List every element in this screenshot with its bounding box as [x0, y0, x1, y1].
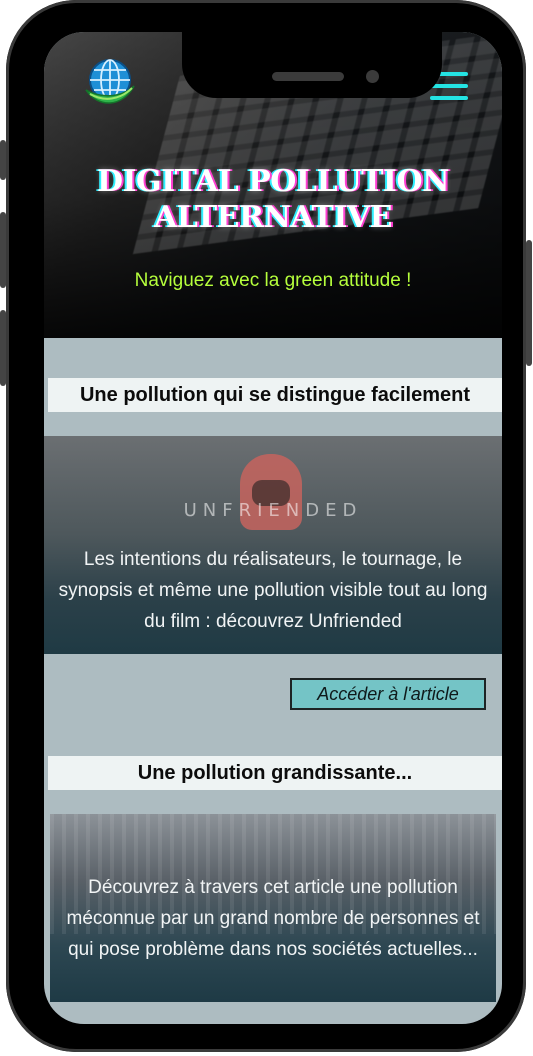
site-title-line2: ALTERNATIVE	[153, 200, 393, 235]
phone-screen: DIGITAL POLLUTION ALTERNATIVE Naviguez a…	[44, 32, 502, 1024]
volume-down-button	[0, 310, 6, 386]
article-1-summary: Les intentions du réalisateurs, le tourn…	[58, 549, 488, 632]
article-1-title: Une pollution qui se distingue facilemen…	[48, 378, 502, 412]
movie-logo-text: UNFRIENDED	[183, 500, 363, 521]
power-button	[526, 240, 532, 366]
tagline: Naviguez avec la green attitude !	[134, 270, 412, 291]
volume-up-button	[0, 212, 6, 288]
article-1-card[interactable]: UNFRIENDED Les intentions du réalisateur…	[44, 436, 502, 654]
camera	[366, 70, 379, 83]
globe-leaf-logo-icon[interactable]	[82, 56, 138, 112]
article-2-title: Une pollution grandissante...	[48, 756, 502, 790]
article-2-card[interactable]: Découvrez à travers cet article une poll…	[50, 814, 496, 1002]
speaker	[272, 72, 344, 81]
read-article-button[interactable]: Accéder à l'article	[290, 678, 486, 710]
article-2-summary: Découvrez à travers cet article une poll…	[66, 877, 480, 960]
notch	[182, 32, 442, 98]
phone-frame: DIGITAL POLLUTION ALTERNATIVE Naviguez a…	[0, 0, 532, 1052]
site-title: DIGITAL POLLUTION ALTERNATIVE	[44, 164, 502, 236]
site-title-line1: DIGITAL POLLUTION	[96, 164, 450, 199]
side-button	[0, 140, 6, 180]
